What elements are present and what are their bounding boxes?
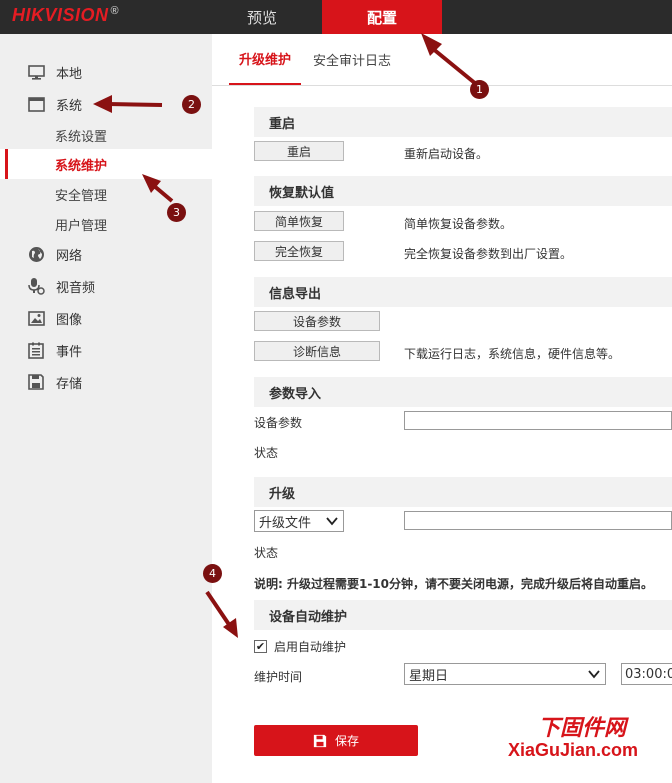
maintenance-time-label: 维护时间 [254, 670, 303, 684]
export-diagnostic-info-button[interactable]: 诊断信息 [254, 341, 380, 361]
watermark-top-text: 下固件网 [538, 715, 627, 741]
monitor-icon [27, 63, 45, 81]
import-device-params-label: 设备参数 [254, 416, 303, 430]
system-window-icon [27, 95, 45, 113]
sidebar-item-local[interactable]: 本地 [0, 57, 212, 87]
tab-security-audit-log[interactable]: 安全审计日志 [312, 34, 392, 85]
upgrade-note: 说明: 升级过程需要1-10分钟，请不要关闭电源，完成升级后将自动重启。 [254, 577, 654, 591]
simple-restore-button[interactable]: 简单恢复 [254, 211, 344, 231]
reboot-button[interactable]: 重启 [254, 141, 344, 161]
section-param-import: 参数导入 [254, 377, 672, 407]
diagnostic-info-description: 下载运行日志，系统信息，硬件信息等。 [404, 347, 621, 361]
import-file-field[interactable] [404, 411, 672, 430]
reboot-description: 重新启动设备。 [404, 147, 489, 161]
auto-maintenance-label: 启用自动维护 [274, 640, 347, 654]
top-bar: HIKVISION ® 预览 配置 [0, 0, 672, 34]
sidebar-item-network[interactable]: 网络 [0, 239, 212, 269]
section-reboot: 重启 [254, 107, 672, 137]
annotation-badge-2: 2 [182, 95, 201, 114]
section-upgrade: 升级 [254, 477, 672, 507]
sidebar-item-video-audio[interactable]: 视音频 [0, 271, 212, 301]
watermark: 下固件网 XiaGuJian.com [508, 710, 668, 770]
globe-icon [27, 245, 45, 263]
annotation-badge-3: 3 [167, 203, 186, 222]
sidebar-subitem-system-maintenance[interactable]: 系统维护 [0, 149, 212, 179]
full-restore-button[interactable]: 完全恢复 [254, 241, 344, 261]
tab-bar: 升级维护 安全审计日志 [212, 34, 672, 86]
sidebar-item-event[interactable]: 事件 [0, 335, 212, 365]
save-button[interactable]: 保存 [254, 725, 418, 756]
upgrade-file-field[interactable] [404, 511, 672, 530]
maintenance-day-select[interactable]: 星期日 [404, 663, 606, 685]
sidebar-item-system[interactable]: 系统 [0, 89, 212, 119]
annotation-badge-4: 4 [203, 564, 222, 583]
upgrade-type-select[interactable]: 升级文件 [254, 510, 344, 532]
brand-logo: HIKVISION ® [12, 5, 120, 25]
event-list-icon [27, 341, 45, 359]
floppy-disk-icon [27, 373, 45, 391]
sidebar: 本地 系统 系统设置 系统维护 安全管理 用户管理 网络 视音频 图像 事件 存… [0, 34, 212, 783]
sidebar-subitem-system-settings[interactable]: 系统设置 [0, 120, 212, 150]
import-status-label: 状态 [254, 446, 279, 460]
annotation-badge-1: 1 [470, 80, 489, 99]
sidebar-item-image[interactable]: 图像 [0, 303, 212, 333]
section-restore-defaults: 恢复默认值 [254, 176, 672, 206]
microphone-icon [27, 277, 45, 295]
check-mark-icon: ✔ [255, 640, 266, 653]
chevron-down-icon [588, 668, 600, 680]
chevron-down-icon [326, 515, 338, 527]
export-device-params-button[interactable]: 设备参数 [254, 311, 380, 331]
annotation-arrowhead-4 [223, 618, 238, 638]
maintenance-time-field[interactable]: 03:00:00 [621, 663, 672, 685]
nav-preview[interactable]: 预览 [212, 0, 312, 34]
section-auto-maintenance: 设备自动维护 [254, 600, 672, 630]
auto-maintenance-checkbox[interactable]: ✔ [254, 640, 267, 653]
tab-upgrade-maintenance[interactable]: 升级维护 [229, 34, 301, 85]
simple-restore-description: 简单恢复设备参数。 [404, 217, 513, 231]
sidebar-item-storage[interactable]: 存储 [0, 367, 212, 397]
watermark-bottom-text: XiaGuJian.com [508, 740, 639, 760]
section-info-export: 信息导出 [254, 277, 672, 307]
nav-config[interactable]: 配置 [322, 0, 442, 34]
upgrade-status-label: 状态 [254, 546, 279, 560]
full-restore-description: 完全恢复设备参数到出厂设置。 [404, 247, 573, 261]
image-icon [27, 309, 45, 327]
floppy-disk-icon [313, 734, 327, 748]
